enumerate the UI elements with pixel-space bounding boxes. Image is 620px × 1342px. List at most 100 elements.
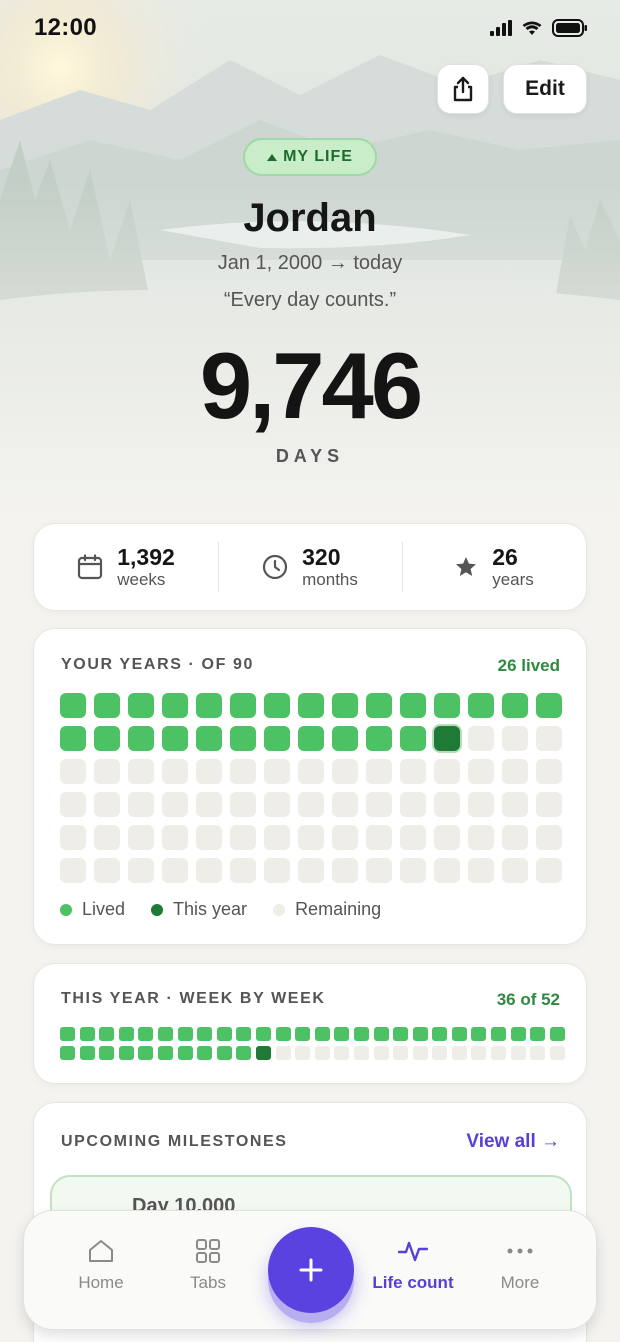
years-card: YOUR YEARS · OF 90 26 lived Lived This y… xyxy=(33,628,587,945)
week-cell-lived xyxy=(295,1027,311,1041)
year-cell-remaining xyxy=(264,825,290,850)
week-cell-remaining xyxy=(295,1046,311,1060)
year-cell-remaining xyxy=(434,759,460,784)
legend-this-year-dot xyxy=(151,903,164,916)
my-life-badge[interactable]: MY LIFE xyxy=(243,138,377,176)
date-range: Jan 1, 2000 → today xyxy=(217,252,403,274)
year-cell-remaining xyxy=(468,825,494,850)
year-cell-remaining xyxy=(94,792,120,817)
year-cell-remaining xyxy=(366,792,392,817)
year-cell-remaining xyxy=(298,825,324,850)
year-cell-remaining xyxy=(434,858,460,883)
week-cell-lived xyxy=(334,1027,350,1041)
my-life-badge-label: MY LIFE xyxy=(283,148,353,165)
week-cell-remaining xyxy=(451,1046,467,1060)
legend-remaining-dot xyxy=(273,903,286,916)
days-count: 9,746 xyxy=(199,333,423,438)
year-cell-remaining xyxy=(60,792,86,817)
legend-this-year-label: This year xyxy=(173,899,248,919)
grid-icon xyxy=(196,1239,220,1263)
year-cell-remaining xyxy=(162,792,188,817)
year-cell-lived xyxy=(128,693,154,718)
year-cell-remaining xyxy=(298,858,324,883)
stat-months-value: 320 xyxy=(302,544,341,570)
tab-life-count-label: Life count xyxy=(372,1273,454,1292)
week-cell-lived xyxy=(99,1046,115,1060)
year-cell-remaining xyxy=(94,825,120,850)
week-cell-remaining xyxy=(549,1046,565,1060)
tab-home[interactable]: Home xyxy=(51,1239,151,1293)
week-cell-lived xyxy=(60,1027,75,1041)
status-time: 12:00 xyxy=(34,14,97,41)
year-cell-lived xyxy=(264,693,290,718)
week-cell-lived xyxy=(118,1046,134,1060)
weeks-summary: 36 of 52 xyxy=(496,990,560,1009)
days-label: DAYS xyxy=(275,446,345,466)
year-cell-remaining xyxy=(332,759,358,784)
legend-lived-dot xyxy=(60,903,72,916)
year-cell-remaining xyxy=(128,792,154,817)
view-all-link[interactable]: View all → xyxy=(466,1131,560,1153)
week-cell-lived xyxy=(197,1046,213,1060)
year-cell-lived xyxy=(264,726,290,751)
stat-months-unit: months xyxy=(302,570,358,589)
year-cell-remaining xyxy=(128,858,154,883)
legend-lived: Lived xyxy=(60,899,125,920)
year-cell-remaining xyxy=(434,792,460,817)
year-cell-lived xyxy=(162,726,188,751)
tab-more[interactable]: More xyxy=(470,1239,570,1293)
year-cell-lived xyxy=(128,726,154,751)
year-cell-lived xyxy=(196,693,222,718)
year-cell-remaining xyxy=(60,825,86,850)
year-cell-lived xyxy=(94,726,120,751)
week-cell-remaining xyxy=(314,1046,330,1060)
cellular-signal-icon xyxy=(490,20,512,36)
week-cell-remaining xyxy=(471,1046,487,1060)
year-cell-remaining xyxy=(196,759,222,784)
year-cell-remaining xyxy=(230,858,256,883)
year-cell-remaining xyxy=(196,825,222,850)
year-cell-lived xyxy=(60,693,86,718)
year-cell-remaining xyxy=(400,792,426,817)
years-card-title: YOUR YEARS · OF 90 xyxy=(61,656,254,673)
week-cell-lived xyxy=(432,1027,448,1041)
stat-weeks: 1,392 weeks xyxy=(34,524,218,610)
year-cell-remaining xyxy=(60,759,86,784)
week-cell-lived xyxy=(393,1027,409,1041)
year-cell-lived xyxy=(502,693,528,718)
tab-life-count[interactable]: Life count xyxy=(363,1239,463,1293)
week-cell-lived xyxy=(79,1046,95,1060)
year-cell-remaining xyxy=(536,726,562,751)
tab-tabs[interactable]: Tabs xyxy=(158,1239,258,1293)
year-cell-remaining xyxy=(230,825,256,850)
year-cell-remaining xyxy=(332,825,358,850)
add-button[interactable] xyxy=(268,1227,354,1313)
year-cell-lived xyxy=(60,726,86,751)
year-cell-remaining xyxy=(196,792,222,817)
week-cell-lived xyxy=(157,1046,173,1060)
share-button[interactable] xyxy=(437,64,489,114)
year-cell-remaining xyxy=(94,858,120,883)
year-cell-remaining xyxy=(468,726,494,751)
year-cell-remaining xyxy=(298,759,324,784)
year-cell-lived xyxy=(230,726,256,751)
week-cell-lived xyxy=(530,1027,546,1041)
year-cell-remaining xyxy=(60,858,86,883)
year-cell-remaining xyxy=(298,792,324,817)
year-cell-lived xyxy=(536,693,562,718)
star-icon xyxy=(456,557,477,576)
stat-years-unit: years xyxy=(492,570,534,589)
week-cell-remaining xyxy=(432,1046,448,1060)
week-cell-lived xyxy=(60,1046,75,1060)
stat-months: 320 months xyxy=(218,524,402,610)
stat-weeks-value: 1,392 xyxy=(117,544,175,570)
year-cell-remaining xyxy=(502,825,528,850)
year-cell-remaining xyxy=(468,858,494,883)
year-cell-remaining xyxy=(94,759,120,784)
edit-button[interactable]: Edit xyxy=(503,64,587,114)
year-cell-remaining xyxy=(536,858,562,883)
year-cell-lived xyxy=(332,693,358,718)
week-cell-lived xyxy=(373,1027,389,1041)
year-cell-remaining xyxy=(128,759,154,784)
stat-years: 26 years xyxy=(402,524,586,610)
